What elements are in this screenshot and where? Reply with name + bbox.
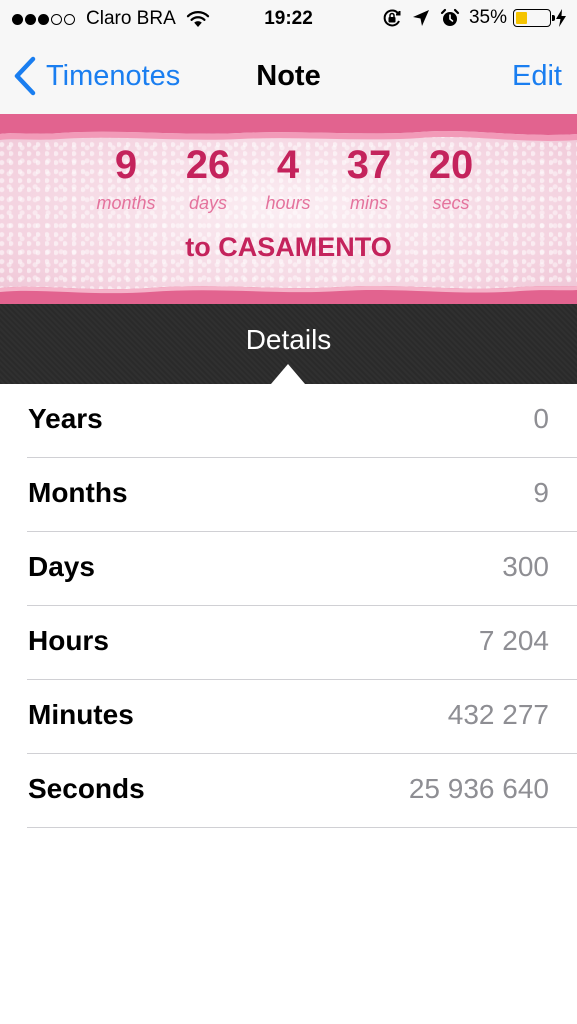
- battery-tip: [552, 15, 555, 21]
- row-label: Seconds: [28, 773, 145, 804]
- orientation-lock-icon: [383, 9, 401, 27]
- row-value: 432 277: [447, 699, 549, 730]
- battery-icon: [513, 9, 555, 27]
- details-pointer-caret: [271, 364, 305, 384]
- list-item: Minutes 432 277: [27, 680, 577, 754]
- countdown-label: secs: [432, 193, 470, 213]
- chevron-left-icon: [14, 56, 36, 96]
- alarm-icon: [440, 8, 460, 26]
- status-right: 35%: [382, 7, 567, 29]
- list-item: Years 0: [27, 384, 577, 458]
- edit-button[interactable]: Edit: [512, 60, 562, 93]
- row-value: 300: [502, 551, 549, 582]
- row-value: 25 936 640: [408, 773, 549, 804]
- row-label: Years: [28, 403, 103, 434]
- back-button[interactable]: Timenotes: [12, 56, 180, 96]
- battery-percent: 35%: [468, 7, 507, 28]
- back-button-label: Timenotes: [46, 59, 181, 92]
- banner-bottom-border: [0, 285, 577, 304]
- battery-level-fill: [516, 12, 528, 24]
- navigation-bar: Timenotes Note Edit: [0, 38, 577, 114]
- countdown-target: to CASAMENTO: [185, 232, 392, 262]
- list-item: Days 300: [27, 532, 577, 606]
- row-value: 9: [533, 477, 549, 508]
- countdown-value: 20: [428, 143, 474, 187]
- details-tab[interactable]: Details: [0, 324, 577, 356]
- list-item: Hours 7 204: [27, 606, 577, 680]
- details-list: Years 0 Months 9 Days 300 Hours 7 204 Minutes 432…: [0, 384, 577, 828]
- row-label: Months: [28, 477, 128, 508]
- charging-bolt-icon: [556, 9, 566, 27]
- status-bar: Claro BRA 19:22 35%: [0, 0, 577, 38]
- countdown-banner: 9 months 26 days 4 hours 37 mins 20 secs to CASAM…: [0, 114, 577, 304]
- list-item: Seconds 25 936 640: [27, 754, 577, 828]
- countdown-unit-secs: 20 secs: [401, 142, 501, 214]
- location-arrow-icon: [412, 10, 429, 26]
- row-label: Days: [28, 551, 95, 582]
- row-label: Minutes: [28, 699, 134, 730]
- row-label: Hours: [28, 625, 109, 656]
- row-value: 7 204: [478, 625, 549, 656]
- list-item: Months 9: [27, 458, 577, 532]
- row-value: 0: [533, 403, 549, 434]
